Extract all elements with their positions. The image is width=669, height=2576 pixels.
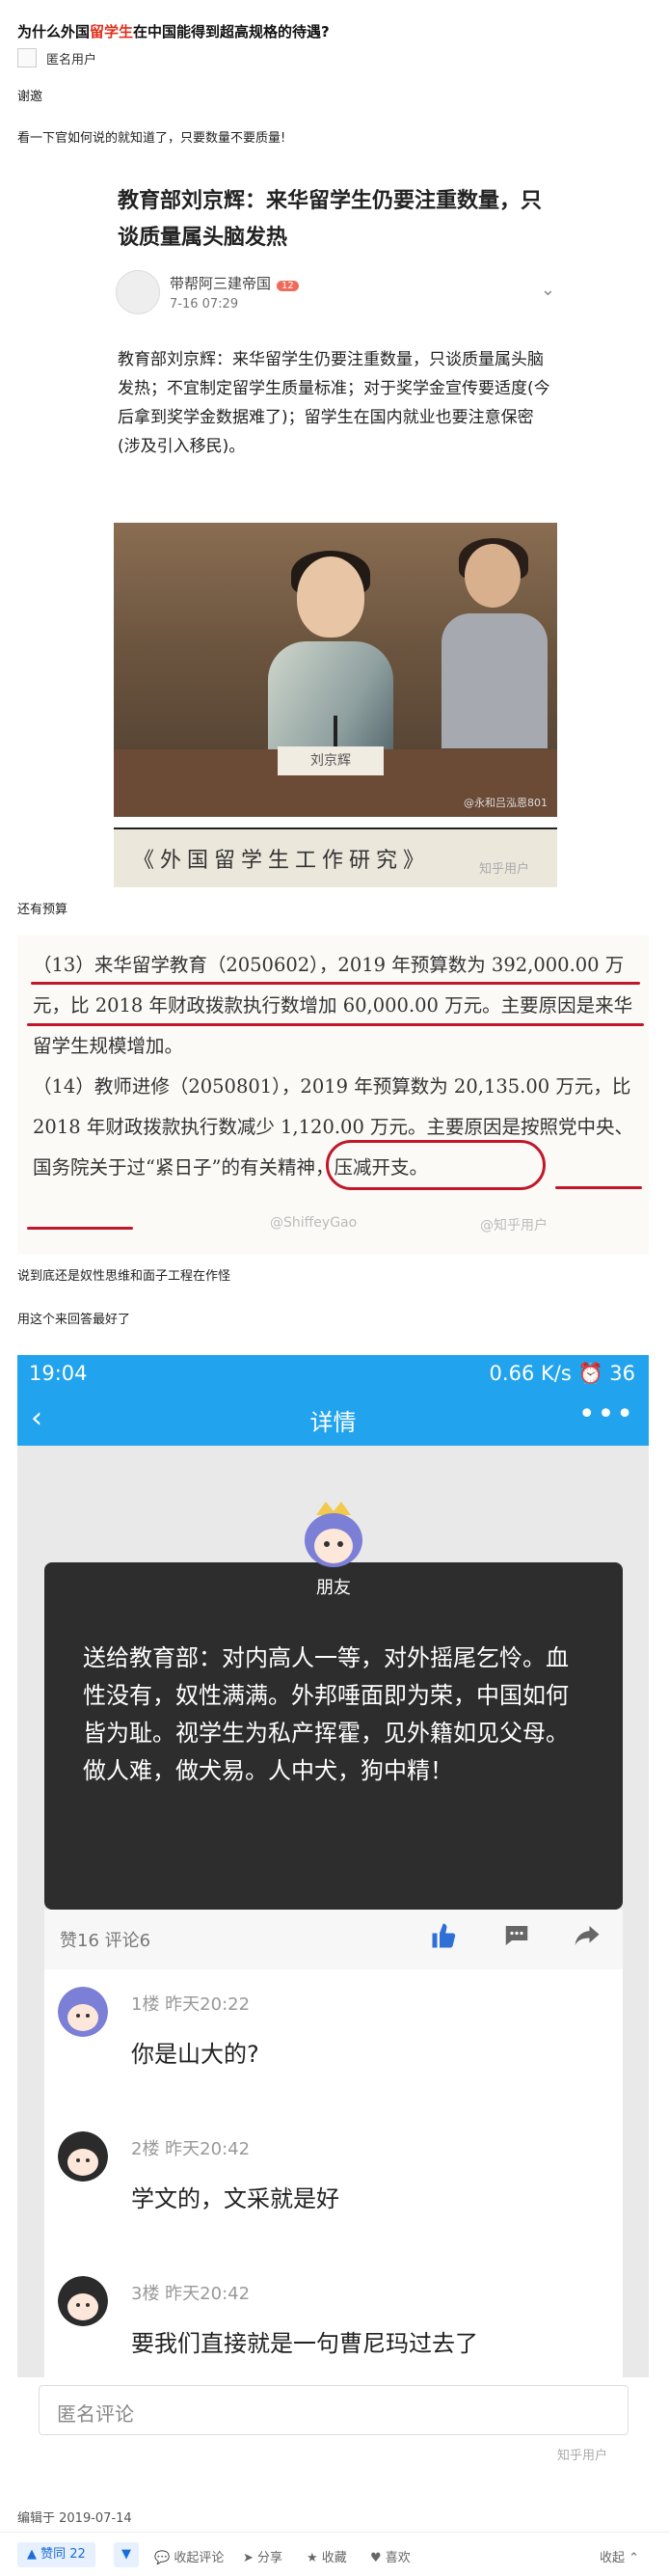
avatar[interactable] — [17, 48, 37, 68]
comment-meta: 3楼 昨天20:42 — [131, 2284, 251, 2304]
article-body: 教育部刘京辉：来华留学生仍要注重数量，只谈质量属头脑发热；不宜制定留学生质量标准… — [118, 350, 550, 456]
thumbs-up-icon — [432, 1923, 456, 1948]
collect-button[interactable]: ★ 收藏 — [307, 2547, 347, 2565]
like-button[interactable]: ♥ 喜欢 — [370, 2547, 411, 2565]
comment-text: 要我们直接就是一句曹尼玛过去了 — [131, 2330, 478, 2357]
comment-item: 1楼 昨天20:22 你是山大的? — [44, 1969, 623, 2115]
comment-text: 你是山大的? — [131, 2041, 259, 2068]
speaker-person — [268, 551, 393, 776]
share-icon — [575, 1926, 600, 1945]
more-icon: ••• — [577, 1397, 635, 1431]
comment-item: 3楼 昨天20:42 要我们直接就是一句曹尼玛过去了 — [44, 2259, 623, 2378]
title-part: 为什么外国 — [17, 23, 91, 41]
answer-text-2: 看一下官如何说的就知道了，只要数量不要质量! — [17, 131, 286, 146]
status-indicators: 0.66 K/s ⏰ 36 — [489, 1362, 635, 1385]
mascot-avatar — [305, 1502, 362, 1567]
post-counts: 赞16 评论6 — [60, 1931, 151, 1951]
nav-bar: ‹ 详情 ••• — [17, 1392, 649, 1446]
doc-watermark: @ShiffeyGao — [270, 1215, 358, 1231]
comment-icon — [505, 1926, 528, 1945]
comment-input[interactable]: 匿名评论 — [39, 2385, 629, 2435]
comment-meta: 1楼 昨天20:22 — [131, 1994, 251, 2015]
article-user: 带帮阿三建帝国 12 7-16 07:29 — [116, 270, 299, 314]
comment-input-area: 匿名评论 知乎用户 — [17, 2377, 649, 2479]
photo-watermark: @永和吕泓恩801 — [464, 797, 548, 809]
author-name: 匿名用户 — [46, 52, 97, 68]
answer-text-4: 说到底还是奴性思维和面子工程在作怪 — [17, 1269, 231, 1284]
collapse-button[interactable]: 收起 ⌃ — [600, 2547, 639, 2565]
title-part: 在中国能得到超高规格的待遇? — [133, 23, 330, 41]
author-row: 匿名用户 — [17, 46, 96, 69]
status-time: 19:04 — [29, 1362, 88, 1385]
comment-text: 学文的，文采就是好 — [131, 2185, 339, 2212]
level-badge: 12 — [277, 281, 299, 291]
phone-screenshot: 19:04 0.66 K/s ⏰ 36 ‹ 详情 ••• 朋友 送给教育部：对内… — [17, 1355, 649, 2479]
background-person — [442, 538, 548, 748]
article-photo: 刘京辉 @永和吕泓恩801 — [114, 523, 557, 817]
watermark: 知乎用户 — [557, 2449, 608, 2463]
article-username: 带帮阿三建帝国 — [170, 275, 272, 292]
watermark: 知乎用户 — [479, 862, 530, 877]
nav-title: 详情 — [309, 1409, 357, 1436]
article-date: 7-16 07:29 — [170, 297, 239, 312]
article-screenshot: 教育部刘京辉：来华留学生仍要注重数量，只谈质量属头脑发热 带帮阿三建帝国 12 7… — [108, 183, 561, 887]
upvote-button[interactable]: ▲ 赞同 22 — [17, 2542, 95, 2567]
downvote-button[interactable]: ▼ — [114, 2542, 139, 2567]
commenter-avatar — [58, 2276, 108, 2326]
answer-text-5: 用这个来回答最好了 — [17, 1313, 131, 1327]
post-card: 朋友 送给教育部：对内高人一等，对外摇尾乞怜。血性没有，奴性满满。外邦唾面即为荣… — [44, 1562, 623, 1910]
question-title[interactable]: 为什么外国留学生在中国能得到超高规格的待遇? — [17, 21, 330, 41]
post-text: 送给教育部：对内高人一等，对外摇尾乞怜。血性没有，奴性满满。外邦唾面即为荣，中国… — [83, 1644, 569, 1784]
commenter-avatar — [58, 1987, 108, 2037]
comment-toggle-button[interactable]: 💬 收起评论 — [154, 2547, 224, 2565]
chevron-down-icon: ⌄ — [540, 280, 555, 300]
budget-para-1: （13）来华留学教育（2050602），2019 年预算数为 392,000.0… — [33, 954, 633, 1057]
magazine-strip: 《外国留学生工作研究》 — [114, 827, 557, 887]
red-underline — [555, 1186, 642, 1189]
red-circle-mark — [326, 1140, 546, 1190]
answer-text-3: 还有预算 — [17, 903, 68, 917]
commenter-avatar — [58, 2131, 108, 2182]
title-highlight: 留学生 — [90, 23, 134, 41]
nameplate: 刘京辉 — [278, 746, 384, 775]
comment-item: 2楼 昨天20:42 学文的，文采就是好 — [44, 2114, 623, 2260]
answer-text-1: 谢邀 — [17, 90, 43, 104]
red-underline — [27, 1227, 133, 1230]
edited-date: 编辑于 2019-07-14 — [17, 2511, 132, 2526]
red-underline — [27, 1023, 644, 1026]
magazine-title: 《外国留学生工作研究》 — [133, 849, 431, 873]
comment-placeholder: 匿名评论 — [57, 2402, 134, 2426]
article-avatar — [116, 270, 160, 314]
comment-meta: 2楼 昨天20:42 — [131, 2139, 251, 2159]
share-button[interactable]: ➤ 分享 — [243, 2547, 282, 2565]
post-author: 朋友 — [316, 1578, 351, 1598]
red-underline — [31, 982, 640, 985]
budget-document: （13）来华留学教育（2050602），2019 年预算数为 392,000.0… — [17, 935, 649, 1254]
post-actions: 赞16 评论6 — [44, 1910, 623, 1970]
article-title: 教育部刘京辉：来华留学生仍要注重数量，只谈质量属头脑发热 — [118, 189, 543, 250]
answer-toolbar: ▲ 赞同 22 ▼ 💬 收起评论 ➤ 分享 ★ 收藏 ♥ 喜欢 收起 ⌃ — [0, 2532, 669, 2576]
status-bar: 19:04 0.66 K/s ⏰ 36 — [17, 1355, 649, 1392]
doc-watermark: @知乎用户 — [480, 1218, 548, 1234]
